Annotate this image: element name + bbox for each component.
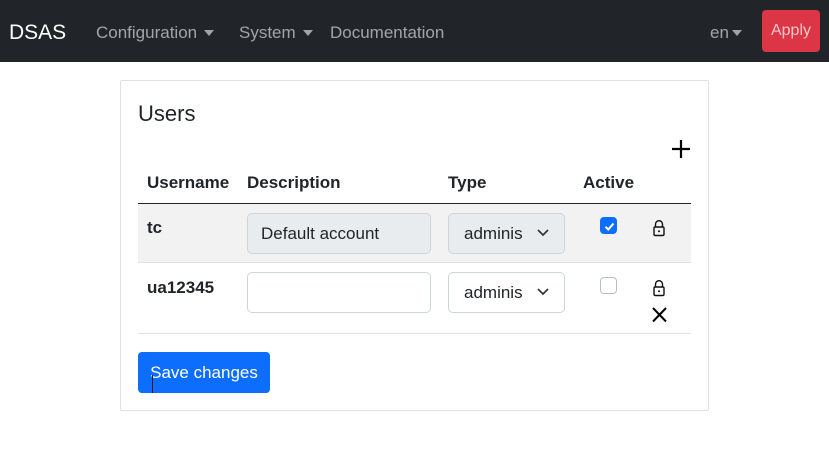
- type-select-value: adminis: [464, 224, 523, 243]
- column-header-description: Description: [247, 173, 341, 192]
- lock-icon[interactable]: [652, 279, 666, 297]
- column-header-type: Type: [448, 173, 487, 192]
- top-navbar: DSAS Configuration System Documentation …: [0, 0, 829, 62]
- type-select[interactable]: adminis: [448, 213, 565, 254]
- chevron-down-icon: [537, 288, 549, 296]
- nav-configuration-label: Configuration: [96, 23, 198, 42]
- active-checkbox[interactable]: [600, 277, 617, 294]
- column-header-active: Active: [583, 173, 635, 192]
- type-select-value: adminis: [464, 283, 523, 302]
- caret-down-icon: [204, 29, 215, 36]
- nav-documentation-link[interactable]: Documentation: [330, 22, 444, 44]
- lock-icon[interactable]: [652, 219, 666, 237]
- nav-system-label: System: [239, 23, 296, 42]
- username-cell: tc: [147, 218, 163, 237]
- save-changes-button[interactable]: Save changes: [138, 352, 270, 393]
- language-label: en: [710, 23, 729, 42]
- nav-configuration-dropdown[interactable]: Configuration: [96, 22, 215, 44]
- language-dropdown[interactable]: en: [710, 22, 742, 44]
- nav-system-dropdown[interactable]: System: [239, 22, 313, 44]
- users-card-title: Users: [138, 101, 196, 126]
- delete-x-icon[interactable]: [651, 307, 668, 323]
- text-cursor: [152, 375, 153, 393]
- row-divider: [138, 262, 691, 263]
- nav-documentation-label: Documentation: [330, 23, 445, 42]
- brand-logo[interactable]: DSAS: [9, 20, 66, 46]
- chevron-down-icon: [537, 229, 549, 237]
- caret-down-icon: [731, 29, 742, 36]
- check-icon: [604, 222, 615, 231]
- username-cell: ua12345: [147, 278, 215, 297]
- caret-down-icon: [302, 29, 313, 36]
- description-field[interactable]: [247, 272, 431, 313]
- type-select[interactable]: adminis: [448, 272, 565, 313]
- description-field: Default account: [247, 213, 431, 254]
- plus-icon[interactable]: [671, 139, 691, 159]
- apply-button[interactable]: Apply: [762, 10, 820, 52]
- column-header-username: Username: [147, 173, 230, 192]
- row-divider: [138, 333, 691, 334]
- active-checkbox[interactable]: [600, 217, 617, 234]
